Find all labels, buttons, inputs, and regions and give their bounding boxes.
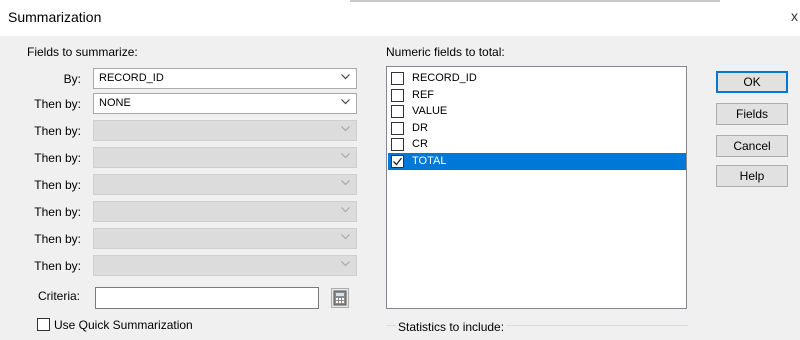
select-value: NONE [99, 97, 131, 109]
criteria-builder-button[interactable] [331, 288, 349, 308]
then-by-field-select[interactable]: NONE [93, 93, 357, 114]
then-by-field-select[interactable] [93, 201, 357, 222]
chevron-down-icon [341, 99, 350, 107]
criteria-label: Criteria: [37, 289, 80, 303]
quick-summarization-checkbox[interactable] [37, 318, 50, 331]
summarize-row-label: Then by: [34, 178, 81, 192]
numeric-field-item[interactable]: DR [388, 120, 686, 137]
summarize-row-label: By: [63, 72, 81, 86]
then-by-field-select[interactable] [93, 147, 357, 168]
close-icon[interactable]: x [791, 8, 798, 24]
window-title: Summarization [8, 9, 102, 25]
numeric-field-label: REF [412, 88, 434, 101]
by-field-select[interactable]: RECORD_ID [93, 68, 357, 89]
title-bar-accent-line [350, 0, 720, 2]
numeric-fields-list[interactable]: RECORD_ID REF VALUE DR CR TOTAL [386, 66, 687, 309]
checkmark-icon [393, 157, 403, 166]
quick-summarization-label: Use Quick Summarization [54, 318, 193, 332]
help-button[interactable]: Help [716, 165, 788, 187]
title-bar: Summarization x [0, 0, 800, 36]
checkbox[interactable] [391, 88, 404, 102]
numeric-field-label: VALUE [412, 105, 448, 118]
chevron-down-icon [341, 261, 350, 269]
select-value: RECORD_ID [99, 72, 164, 84]
summarize-row-label: Then by: [34, 259, 81, 273]
numeric-field-item[interactable]: VALUE [388, 103, 686, 120]
then-by-field-select[interactable] [93, 120, 357, 141]
numeric-field-item[interactable]: TOTAL [388, 153, 686, 170]
checkbox-checked[interactable] [391, 155, 404, 168]
statistics-label: Statistics to include: [396, 320, 507, 334]
numeric-field-label: RECORD_ID [412, 72, 477, 84]
numeric-field-item[interactable]: RECORD_ID [388, 70, 686, 87]
numeric-fields-label: Numeric fields to total: [386, 45, 505, 59]
calculator-icon [333, 290, 347, 306]
then-by-field-select[interactable] [93, 255, 357, 276]
checkbox[interactable] [391, 138, 404, 152]
numeric-field-item[interactable]: REF [388, 87, 686, 104]
chevron-down-icon [341, 180, 350, 188]
checkbox[interactable] [391, 105, 404, 119]
checkbox[interactable] [391, 121, 404, 135]
fields-button[interactable]: Fields [716, 103, 788, 125]
then-by-field-select[interactable] [93, 228, 357, 249]
numeric-field-item[interactable]: CR [388, 136, 686, 153]
summarize-row-label: Then by: [34, 151, 81, 165]
summarize-row-label: Then by: [34, 232, 81, 246]
chevron-down-icon [341, 126, 350, 134]
summarize-row-label: Then by: [34, 97, 81, 111]
then-by-field-select[interactable] [93, 174, 357, 195]
checkbox[interactable] [391, 72, 404, 85]
summarize-row-label: Then by: [34, 124, 81, 138]
criteria-input[interactable] [95, 287, 319, 309]
fields-to-summarize-label: Fields to summarize: [27, 45, 138, 59]
summarize-row-label: Then by: [34, 205, 81, 219]
cancel-button[interactable]: Cancel [716, 135, 788, 157]
numeric-field-label: DR [412, 121, 428, 134]
numeric-field-label: TOTAL [412, 155, 447, 167]
chevron-down-icon [341, 74, 350, 82]
ok-button[interactable]: OK [716, 71, 788, 93]
numeric-field-label: CR [412, 138, 428, 151]
chevron-down-icon [341, 234, 350, 242]
chevron-down-icon [341, 207, 350, 215]
chevron-down-icon [341, 153, 350, 161]
